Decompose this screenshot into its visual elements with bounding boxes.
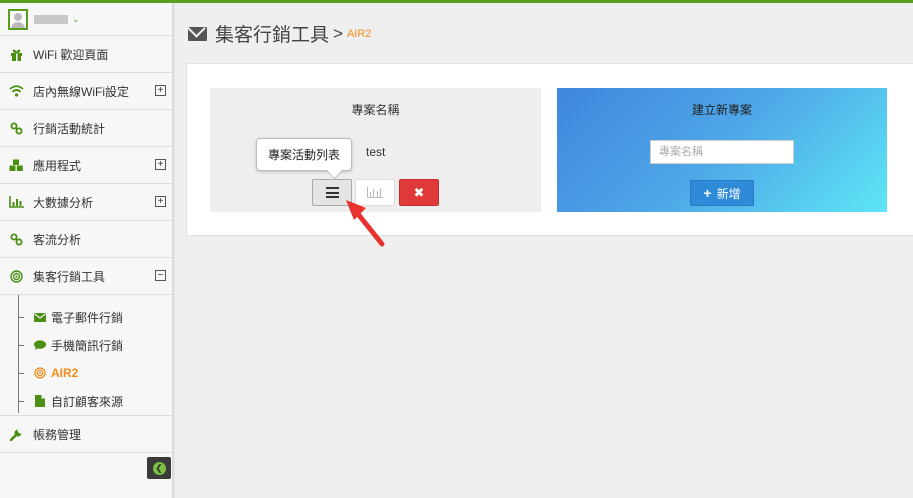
envelope-icon bbox=[34, 311, 46, 323]
collapse-icon[interactable]: − bbox=[155, 270, 166, 281]
delete-project-button[interactable]: ✖ bbox=[399, 179, 439, 206]
submenu-item-label: AIR2 bbox=[51, 366, 79, 380]
breadcrumb: 集客行銷工具 > AIR2 bbox=[188, 20, 371, 47]
user-menu[interactable]: ⌄ bbox=[0, 3, 172, 36]
pointer-arrow-icon bbox=[346, 200, 385, 247]
submenu-item-email-marketing[interactable]: 電子郵件行銷 bbox=[0, 303, 172, 331]
page-title: 集客行銷工具 bbox=[215, 25, 330, 46]
sidebar-item-label: WiFi 歡迎頁面 bbox=[33, 47, 109, 62]
sidebar-item-campaign-stats[interactable]: 行銷活動統計 bbox=[0, 110, 172, 147]
sidebar-item-traffic-analysis[interactable]: 客流分析 bbox=[0, 221, 172, 258]
sidebar-item-label: 帳務管理 bbox=[33, 427, 82, 442]
sidebar: ⌄ WiFi 歡迎頁面 店內無線WiFi設定 + 行銷活動統計 應用程式 + 大… bbox=[0, 3, 175, 498]
sidebar-item-account-management[interactable]: 帳務管理 bbox=[0, 416, 172, 453]
new-project-panel: 建立新專案 + 新增 bbox=[557, 88, 887, 212]
cubes-icon bbox=[8, 157, 24, 173]
sidebar-collapse-button[interactable]: ❮ bbox=[147, 457, 171, 479]
submenu-item-sms-marketing[interactable]: 手機簡訊行銷 bbox=[0, 331, 172, 359]
gift-icon bbox=[8, 46, 24, 62]
expand-icon[interactable]: + bbox=[155, 85, 166, 96]
submenu-item-custom-source[interactable]: 自訂顧客來源 bbox=[0, 387, 172, 415]
sidebar-item-marketing-tools[interactable]: 集客行銷工具 − bbox=[0, 258, 172, 295]
project-name-input[interactable] bbox=[650, 140, 794, 164]
target-icon bbox=[8, 268, 24, 284]
sidebar-item-label: 集客行銷工具 bbox=[33, 269, 106, 284]
marketing-tools-submenu: 電子郵件行銷 手機簡訊行銷 AIR2 自訂顧客來源 bbox=[0, 295, 172, 416]
link-icon bbox=[8, 120, 24, 136]
sidebar-item-label: 行銷活動統計 bbox=[33, 121, 106, 136]
submenu-item-label: 電子郵件行銷 bbox=[51, 310, 124, 325]
sidebar-item-wifi-settings[interactable]: 店內無線WiFi設定 + bbox=[0, 73, 172, 110]
comment-icon bbox=[34, 339, 46, 351]
new-project-title: 建立新專案 bbox=[691, 103, 752, 117]
bar-chart-icon bbox=[8, 194, 24, 210]
breadcrumb-separator: > bbox=[333, 23, 343, 43]
plus-icon: + bbox=[703, 185, 712, 201]
sidebar-item-label: 客流分析 bbox=[33, 232, 82, 247]
avatar bbox=[8, 8, 28, 30]
username-placeholder bbox=[34, 14, 68, 24]
close-icon: ✖ bbox=[413, 184, 425, 200]
submenu-item-air2[interactable]: AIR2 bbox=[0, 359, 172, 387]
sidebar-item-label: 應用程式 bbox=[33, 158, 82, 173]
file-icon bbox=[34, 395, 46, 407]
wrench-icon bbox=[8, 426, 24, 442]
breadcrumb-current[interactable]: AIR2 bbox=[347, 28, 371, 40]
submenu-item-label: 自訂顧客來源 bbox=[51, 394, 124, 409]
add-project-button[interactable]: + 新增 bbox=[690, 180, 754, 206]
envelope-icon bbox=[188, 26, 207, 41]
project-name-header: 專案名稱 bbox=[351, 103, 400, 117]
activity-list-tooltip: 專案活動列表 bbox=[256, 138, 352, 171]
add-project-label: 新增 bbox=[716, 186, 741, 201]
submenu-item-label: 手機簡訊行銷 bbox=[51, 338, 124, 353]
project-name: test bbox=[366, 145, 386, 159]
sidebar-item-big-data[interactable]: 大數據分析 + bbox=[0, 184, 172, 221]
sidebar-item-label: 大數據分析 bbox=[33, 195, 94, 210]
sidebar-item-wifi-welcome[interactable]: WiFi 歡迎頁面 bbox=[0, 36, 172, 73]
wifi-icon bbox=[8, 83, 24, 99]
expand-icon[interactable]: + bbox=[155, 196, 166, 207]
list-icon bbox=[325, 187, 339, 198]
chevron-down-icon: ⌄ bbox=[72, 13, 80, 24]
sidebar-item-apps[interactable]: 應用程式 + bbox=[0, 147, 172, 184]
link-icon bbox=[8, 231, 24, 247]
bullseye-icon bbox=[34, 367, 46, 379]
arrow-left-icon: ❮ bbox=[152, 461, 166, 475]
sidebar-item-label: 店內無線WiFi設定 bbox=[33, 84, 129, 99]
expand-icon[interactable]: + bbox=[155, 159, 166, 170]
